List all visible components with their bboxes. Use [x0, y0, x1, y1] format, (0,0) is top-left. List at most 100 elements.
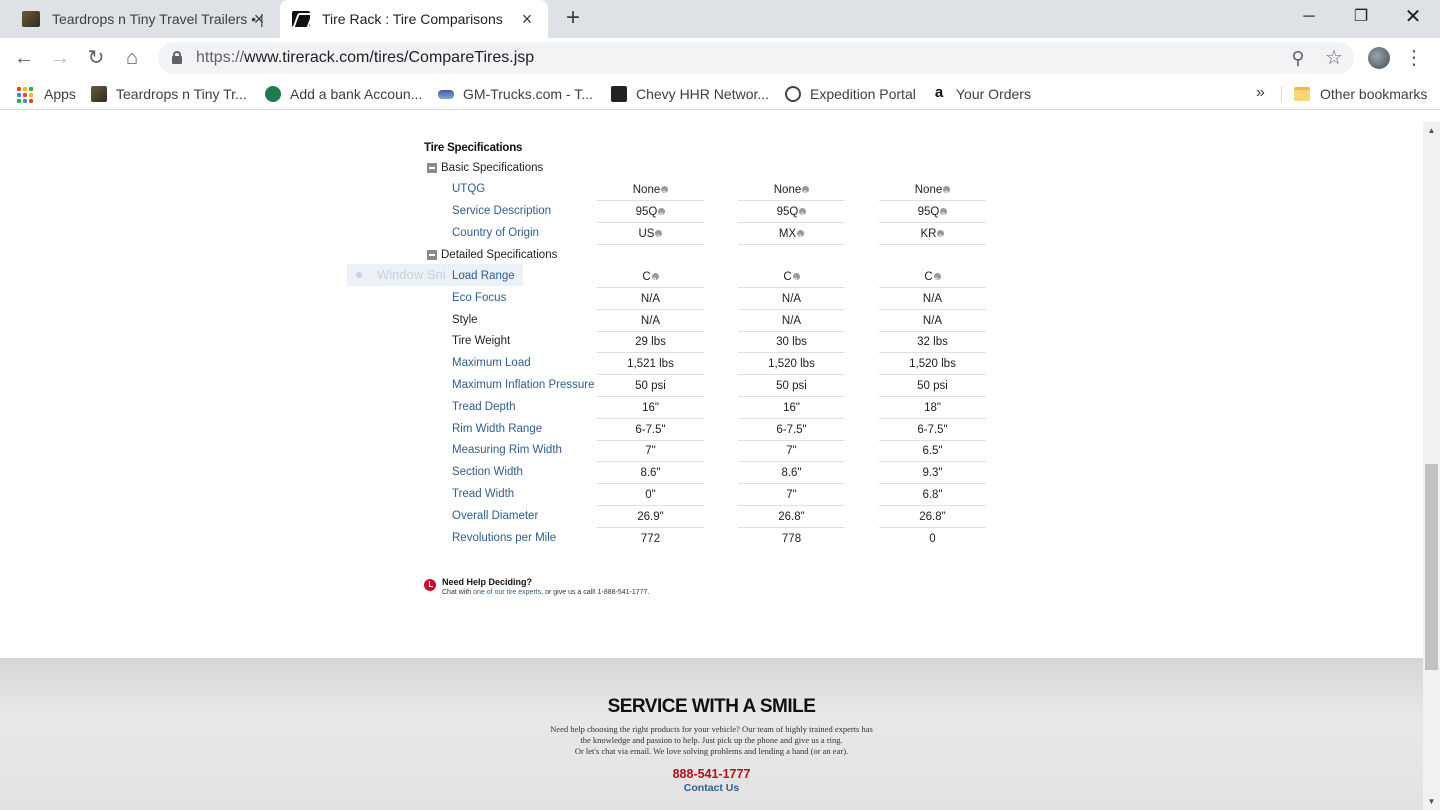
spec-value: 29 lbs [597, 331, 704, 354]
bookmark-hhr[interactable]: Chevy HHR Networ... [611, 84, 769, 104]
collapse-icon[interactable] [427, 250, 437, 260]
forward-icon[interactable]: → [48, 46, 72, 70]
info-icon[interactable] [655, 227, 663, 249]
spec-label[interactable]: Overall Diameter [452, 510, 538, 522]
info-icon[interactable] [661, 183, 669, 205]
spec-value: 50 psi [738, 375, 845, 397]
basic-specs-toggle[interactable]: Basic Specifications [427, 162, 543, 174]
back-icon[interactable]: ← [12, 46, 36, 70]
spec-value: C [879, 266, 986, 292]
reload-icon[interactable]: ↻ [84, 46, 108, 70]
spec-label[interactable]: Tread Depth [452, 401, 516, 413]
scroll-up-icon[interactable]: ▲ [1423, 122, 1440, 139]
spec-row: Load Range C C C [0, 266, 1000, 292]
spec-row: Tread Width 0" 7" 6.8" [0, 484, 1000, 506]
chrome-menu-icon[interactable]: ⋮ [1404, 46, 1424, 70]
bank-favicon [265, 86, 281, 102]
spec-row: Tread Depth 16" 16" 18" [0, 397, 1000, 419]
address-bar[interactable]: https://www.tirerack.com/tires/CompareTi… [158, 42, 1354, 74]
bookmark-star-icon[interactable]: ☆ [1324, 48, 1344, 68]
spec-row: Revolutions per Mile 772 778 0 [0, 528, 1000, 550]
scroll-thumb[interactable] [1425, 464, 1438, 670]
spec-value: 8.6" [738, 462, 845, 485]
tab-close-icon[interactable]: × [250, 10, 268, 28]
page-viewport: Tire Specifications Basic Specifications… [0, 122, 1423, 810]
spec-label: Tire Weight [452, 335, 511, 348]
bookmark-apps[interactable]: Apps [16, 84, 76, 104]
window-close-icon[interactable]: ✕ [1390, 4, 1436, 30]
bookmark-teardrops[interactable]: Teardrops n Tiny Tr... [91, 84, 247, 104]
page-scrollbar[interactable]: ▲ ▼ [1423, 122, 1440, 810]
info-icon[interactable] [797, 227, 805, 249]
spec-row: Overall Diameter 26.9" 26.8" 26.8" [0, 506, 1000, 528]
teardrops-favicon [22, 11, 40, 27]
spec-value: 50 psi [879, 375, 986, 397]
spec-row: Style N/A N/A N/A [0, 310, 1000, 332]
tab-teardrops[interactable]: Teardrops n Tiny Travel Trailers • | × [10, 0, 280, 38]
contact-us-link[interactable]: Contact Us [0, 782, 1423, 794]
spec-value: 26.8" [738, 506, 845, 528]
bookmark-expedition[interactable]: Expedition Portal [785, 84, 916, 104]
spec-row: Maximum Inflation Pressure 50 psi 50 psi 50… [0, 375, 1000, 397]
detailed-specs-toggle[interactable]: Detailed Specifications [427, 249, 557, 261]
info-icon[interactable] [799, 205, 807, 227]
info-icon[interactable] [937, 227, 945, 249]
minimize-icon[interactable]: ─ [1286, 4, 1332, 30]
spec-label[interactable]: Eco Focus [452, 292, 506, 304]
info-icon[interactable] [933, 270, 941, 292]
info-icon[interactable] [802, 183, 810, 205]
info-icon[interactable] [792, 270, 800, 292]
spec-value: 778 [781, 532, 802, 545]
spec-label[interactable]: UTQG [452, 183, 485, 195]
collapse-icon[interactable] [427, 163, 437, 173]
tire-experts-link[interactable]: one of our tire experts [473, 589, 541, 596]
spec-row: Eco Focus N/A N/A N/A [0, 288, 1000, 310]
footer-phone[interactable]: 888-541-1777 [0, 767, 1423, 781]
spec-row: Measuring Rim Width 7" 7" 6.5" [0, 440, 1000, 463]
restore-icon[interactable]: ❐ [1338, 4, 1384, 30]
footer-title: SERVICE WITH A SMILE [607, 696, 816, 717]
spec-label[interactable]: Rim Width Range [452, 423, 542, 435]
bookmark-bank[interactable]: Add a bank Accoun... [265, 84, 422, 104]
spec-value: 9.3" [879, 462, 986, 485]
spec-label[interactable]: Country of Origin [452, 227, 539, 239]
teardrops-favicon [91, 86, 107, 102]
scroll-down-icon[interactable]: ▼ [1423, 793, 1440, 810]
bookmarks-overflow-icon[interactable]: » [1256, 84, 1265, 102]
spec-value: 6-7.5" [879, 419, 986, 441]
spec-value: 1,520 lbs [879, 353, 986, 376]
spec-label[interactable]: Maximum Load [452, 357, 531, 369]
spec-label[interactable]: Section Width [452, 466, 523, 478]
new-tab-icon[interactable]: + [560, 6, 586, 32]
tab-close-icon[interactable]: × [518, 10, 536, 28]
spec-value: 32 lbs [879, 331, 986, 354]
spec-label[interactable]: Revolutions per Mile [452, 532, 556, 544]
url-text[interactable]: https://www.tirerack.com/tires/CompareTi… [196, 49, 534, 67]
info-icon[interactable] [943, 183, 951, 205]
spec-value: US [597, 223, 704, 249]
zoom-icon[interactable]: ⚲ [1288, 48, 1308, 68]
spec-label[interactable]: Measuring Rim Width [452, 444, 562, 456]
tire-rack-favicon [292, 11, 310, 27]
spec-value: N/A [597, 288, 704, 310]
other-bookmarks[interactable]: Other bookmarks [1294, 84, 1427, 104]
info-icon[interactable] [940, 205, 948, 227]
spec-label[interactable]: Maximum Inflation Pressure [452, 379, 595, 391]
info-icon[interactable] [651, 270, 659, 292]
spec-label[interactable]: Service Description [452, 205, 551, 217]
bookmark-gm-trucks[interactable]: GM-Trucks.com - T... [438, 84, 593, 104]
apps-grid-icon [16, 86, 33, 103]
spec-label[interactable]: Tread Width [452, 488, 514, 500]
profile-avatar[interactable] [1368, 47, 1390, 69]
bookmark-orders[interactable]: a Your Orders [931, 84, 1031, 104]
lock-icon[interactable] [172, 51, 182, 64]
spec-label[interactable]: Load Range [452, 270, 515, 282]
tab-title: Tire Rack : Tire Comparisons [322, 11, 503, 27]
spec-value: 0 [929, 532, 936, 545]
home-icon[interactable]: ⌂ [120, 46, 144, 70]
spec-value: N/A [879, 310, 986, 332]
tab-tire-rack[interactable]: Tire Rack : Tire Comparisons × [280, 0, 548, 38]
footer-line: the knowledge and passion to help. Just … [580, 735, 843, 745]
footer-line: Need help choosing the right products fo… [550, 724, 873, 734]
info-icon[interactable] [658, 205, 666, 227]
